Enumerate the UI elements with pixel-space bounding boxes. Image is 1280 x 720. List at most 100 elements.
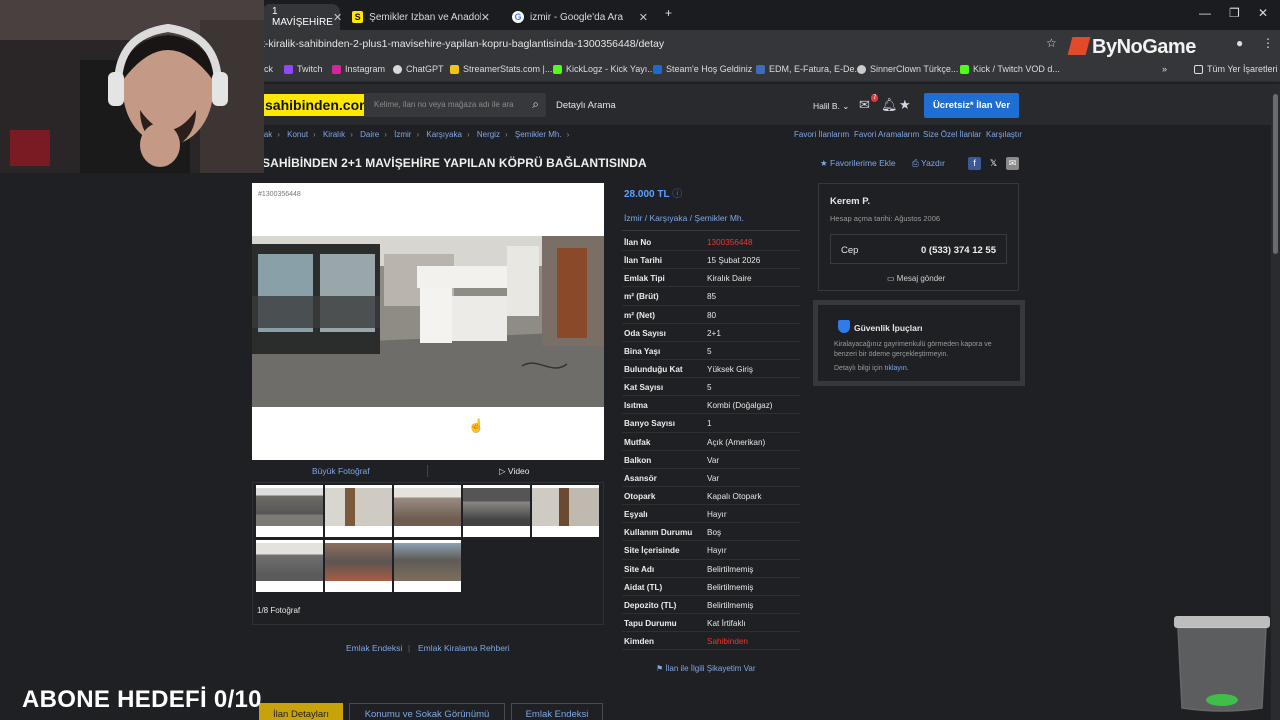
thumbnail[interactable] <box>394 485 461 537</box>
location-city[interactable]: İzmir <box>624 213 642 223</box>
thumbnail[interactable] <box>394 540 461 592</box>
breadcrumb-item[interactable]: Karşıyaka <box>426 130 462 139</box>
info-icon[interactable]: ⓘ <box>672 189 682 200</box>
phone-box[interactable]: Cep 0 (533) 374 12 55 <box>830 234 1007 264</box>
bookmark-instagram[interactable]: Instagram <box>332 64 385 74</box>
favorite-searches-link[interactable]: Favori Aramalarım <box>854 130 919 139</box>
close-icon[interactable]: ✕ <box>333 11 342 24</box>
bell-icon[interactable]: 🔔︎ <box>881 97 898 113</box>
breadcrumb-item[interactable]: İzmir <box>394 130 411 139</box>
bookmark-chatgpt[interactable]: ChatGPT <box>393 64 444 74</box>
big-photo-tab[interactable]: Büyük Fotoğraf <box>312 466 370 476</box>
detail-value: Var <box>707 455 720 465</box>
all-bookmarks[interactable]: Tüm Yer İşaretleri <box>1194 64 1278 74</box>
thumbnail[interactable] <box>256 540 323 592</box>
breadcrumb-item[interactable]: Kiralık <box>323 130 345 139</box>
real-estate-index-link[interactable]: Emlak Endeksi <box>346 643 402 653</box>
thumbnail[interactable] <box>325 540 392 592</box>
detail-row: Oda Sayısı 2+1 <box>622 324 800 342</box>
detail-row: Depozito (TL) Belirtilmemiş <box>622 596 800 614</box>
thumbnail[interactable] <box>256 485 323 537</box>
send-message-link[interactable]: ▭ Mesaj gönder <box>887 274 945 283</box>
star-icon[interactable]: ★ <box>899 97 911 113</box>
detail-key: Isıtma <box>624 401 648 411</box>
favorite-listings-link[interactable]: Favori İlanlarım <box>794 130 849 139</box>
new-tab-icon[interactable]: + <box>665 6 672 20</box>
seller-member-since: Hesap açma tarihi: Ağustos 2006 <box>830 214 941 223</box>
bookmark-edm[interactable]: EDM, E-Fatura, E-De... <box>756 64 862 74</box>
user-menu[interactable]: Halil B. ⌄ <box>813 101 849 112</box>
detail-value[interactable]: 1300356448 <box>707 238 753 247</box>
email-icon[interactable]: ✉ <box>1006 157 1019 170</box>
browser-tab-search-1[interactable]: S Şemikler İzban ve Anadolu cad ✕ <box>342 4 500 30</box>
menu-icon[interactable]: ⋮ <box>1262 36 1274 50</box>
print-link[interactable]: ⎙ Yazdır <box>912 158 945 169</box>
thumbnail[interactable] <box>325 485 392 537</box>
detail-key: Oda Sayısı <box>624 328 666 338</box>
bookmark-kicklogz[interactable]: KickLogz - Kick Yayı... <box>553 64 655 74</box>
close-window-icon[interactable]: ✕ <box>1258 6 1268 20</box>
facebook-icon[interactable]: f <box>968 157 981 170</box>
star-bookmark-icon[interactable]: ☆ <box>1046 36 1057 50</box>
close-icon[interactable]: ✕ <box>639 11 648 24</box>
detail-value: Belirtilmemiş <box>707 600 754 610</box>
thumbnail[interactable] <box>463 485 530 537</box>
tab-label: 1 MAVİŞEHİRE <box>272 6 333 28</box>
location-district[interactable]: Karşıyaka <box>650 213 688 223</box>
seller-card: Kerem P. Hesap açma tarihi: Ağustos 2006… <box>818 183 1019 291</box>
bookmark-twitch[interactable]: Twitch <box>284 64 323 74</box>
breadcrumb-item[interactable]: Nergiz <box>477 130 500 139</box>
play-icon: ▷ <box>499 466 506 476</box>
breadcrumb-item[interactable]: Şemikler Mh. <box>515 130 562 139</box>
envelope-icon[interactable]: ✉ <box>859 97 870 113</box>
detailed-search-link[interactable]: Detaylı Arama <box>556 100 616 111</box>
bookmark-sinnerclown[interactable]: SinnerClown Türkçe... <box>857 64 958 74</box>
search-input[interactable]: Kelime, ilan no veya mağaza adı ile ara … <box>364 93 546 117</box>
breadcrumb-item[interactable]: Konut <box>287 130 308 139</box>
video-tab[interactable]: ▷ Video <box>499 466 530 477</box>
add-favorite-link[interactable]: ★ Favorilerime Ekle <box>820 158 896 169</box>
report-listing-link[interactable]: ⚑ İlan ile İlgili Şikayetim Var <box>656 664 756 673</box>
detail-row: Banyo Sayısı 1 <box>622 414 800 433</box>
detail-value: Belirtilmemiş <box>707 564 754 574</box>
url-field[interactable]: t-kiralik-sahibinden-2-plus1-mavisehire-… <box>262 38 664 50</box>
tab-listing-details[interactable]: İlan Detayları <box>259 703 343 720</box>
main-photo[interactable] <box>252 236 604 407</box>
tab-location[interactable]: Konumu ve Sokak Görünümü <box>349 703 505 720</box>
tab-real-estate-index[interactable]: Emlak Endeksi <box>511 703 603 720</box>
edm-icon <box>756 64 765 74</box>
divider: | <box>408 644 411 653</box>
detail-key: Kullanım Durumu <box>624 528 693 538</box>
browser-tab-search-2[interactable]: G izmir - Google'da Ara ✕ <box>502 4 658 30</box>
bookmarks-more-icon[interactable]: » <box>1162 64 1167 74</box>
x-twitter-icon[interactable]: 𝕏 <box>987 157 1000 170</box>
bookmark-item[interactable]: ck <box>264 64 273 74</box>
safety-more-link[interactable]: tıklayın. <box>885 365 909 372</box>
safety-more: Detaylı bilgi için tıklayın. <box>834 365 909 372</box>
bookmark-streamerstats[interactable]: StreamerStats.com |... <box>450 64 552 74</box>
detail-key: Kimden <box>624 637 655 647</box>
detail-value: 1 <box>707 419 712 429</box>
seller-name[interactable]: Kerem P. <box>830 196 870 207</box>
post-ad-button[interactable]: Ücretsiz* İlan Ver <box>924 93 1019 118</box>
phone-number[interactable]: 0 (533) 374 12 55 <box>921 245 996 256</box>
detail-value[interactable]: Sahibinden <box>707 637 748 646</box>
bookmark-steam[interactable]: Steam'e Hoş Geldiniz <box>653 64 752 74</box>
browser-tab-listing[interactable]: 1 MAVİŞEHİRE ✕ <box>262 4 342 30</box>
maximize-icon[interactable]: ❐ <box>1229 6 1240 20</box>
close-icon[interactable]: ✕ <box>481 11 490 24</box>
search-icon[interactable]: ⌕ <box>532 97 539 112</box>
thumbnail[interactable] <box>532 485 599 537</box>
special-listings-link[interactable]: Size Özel İlanlar <box>923 130 981 139</box>
compare-link[interactable]: Karşılaştır <box>986 130 1022 139</box>
rental-guide-link[interactable]: Emlak Kiralama Rehberi <box>418 643 510 653</box>
breadcrumb-item[interactable]: Daire <box>360 130 379 139</box>
printer-icon: ⎙ <box>912 158 919 168</box>
minimize-icon[interactable]: — <box>1199 6 1211 20</box>
detail-row: Balkon Var <box>622 451 800 469</box>
bookmark-kick-vod[interactable]: Kick / Twitch VOD d... <box>960 64 1060 74</box>
profile-icon[interactable]: ● <box>1236 36 1243 50</box>
main-photo-frame[interactable]: #1300356448 <box>252 183 604 460</box>
sahibinden-logo[interactable]: sahibinden.com <box>262 94 375 116</box>
location-neighborhood[interactable]: Şemikler Mh. <box>694 213 744 223</box>
